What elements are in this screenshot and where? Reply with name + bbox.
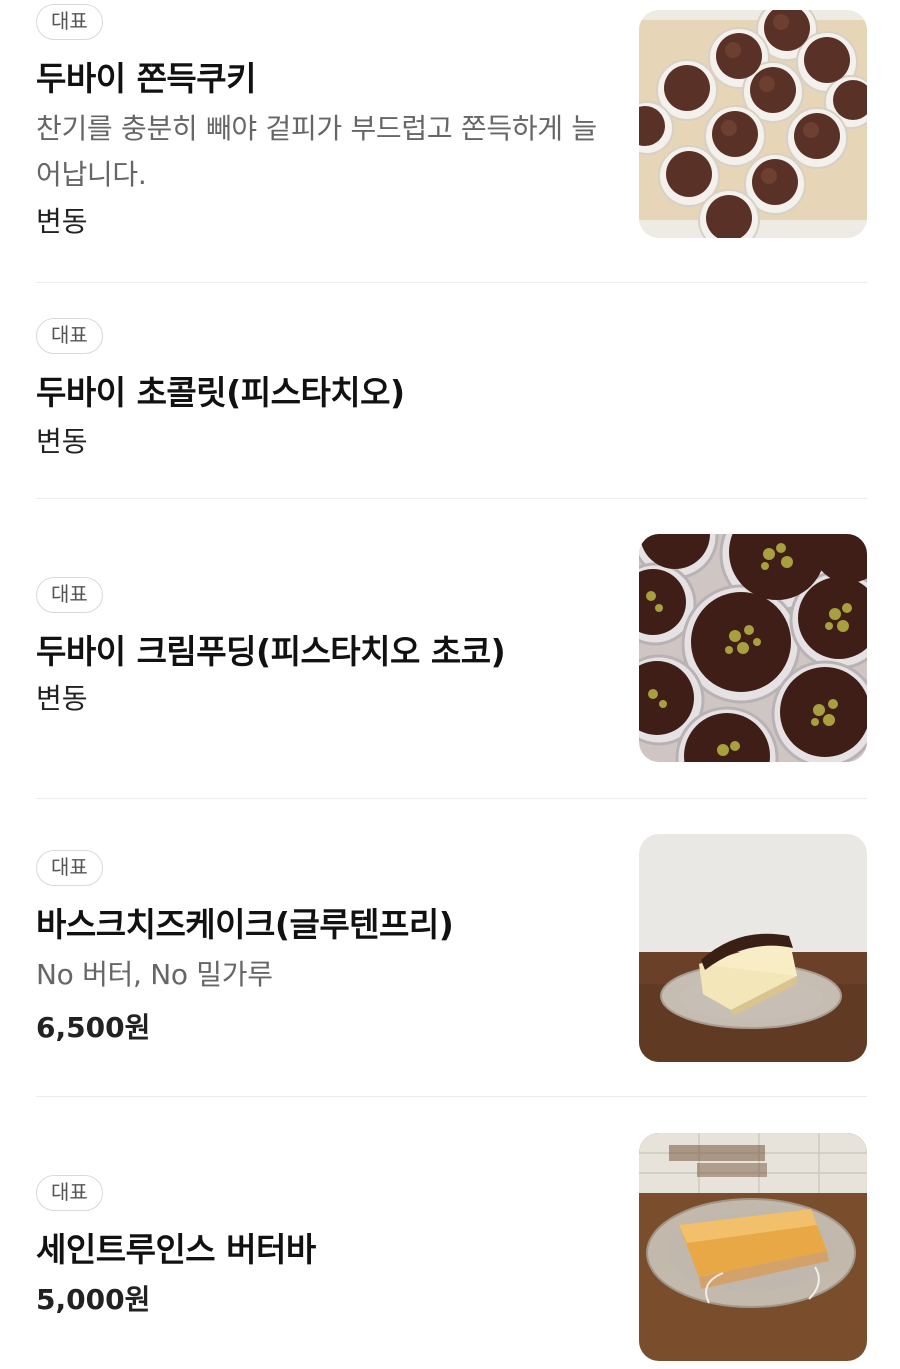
menu-item-image[interactable] [639,834,867,1062]
menu-item-image[interactable] [639,1133,867,1361]
menu-item-price: 5,000원 [36,1283,151,1316]
menu-item-image[interactable] [639,534,867,762]
menu-item-price: 6,500원 [36,1011,151,1044]
menu-item-description: 찬기를 충분히 빼야 겉피가 부드럽고 쫀득하게 늘어납니다. [36,112,597,191]
representative-badge: 대표 [36,4,103,40]
menu-item-name: 세인트루인스 버터바 [36,1230,316,1269]
menu-item[interactable]: 대표 바스크치즈케이크(글루텐프리) No 버터, No 밀가루 6,500원 [36,799,867,1097]
representative-badge: 대표 [36,577,103,613]
representative-badge: 대표 [36,1175,103,1211]
menu-item-description: No 버터, No 밀가루 [36,958,273,991]
menu-item[interactable]: 대표 두바이 쫀득쿠키 찬기를 충분히 빼야 겉피가 부드럽고 쫀득하게 늘어납… [36,0,867,282]
menu-item-image[interactable] [639,10,867,238]
menu-item-name: 두바이 크림푸딩(피스타치오 초코) [36,632,506,671]
representative-badge: 대표 [36,850,103,886]
menu-item-name: 두바이 쫀득쿠키 [36,59,257,98]
menu-item[interactable]: 대표 세인트루인스 버터바 5,000원 [36,1097,867,1369]
menu-item-price: 변동 [36,205,88,238]
menu-item-name: 두바이 초콜릿(피스타치오) [36,373,405,412]
menu-item-name: 바스크치즈케이크(글루텐프리) [36,905,454,944]
representative-badge: 대표 [36,318,103,354]
menu-item-price: 변동 [36,682,88,715]
menu-item-price: 변동 [36,425,88,458]
menu-item[interactable]: 대표 두바이 크림푸딩(피스타치오 초코) 변동 [36,499,867,799]
menu-item[interactable]: 대표 두바이 초콜릿(피스타치오) 변동 [36,283,867,499]
